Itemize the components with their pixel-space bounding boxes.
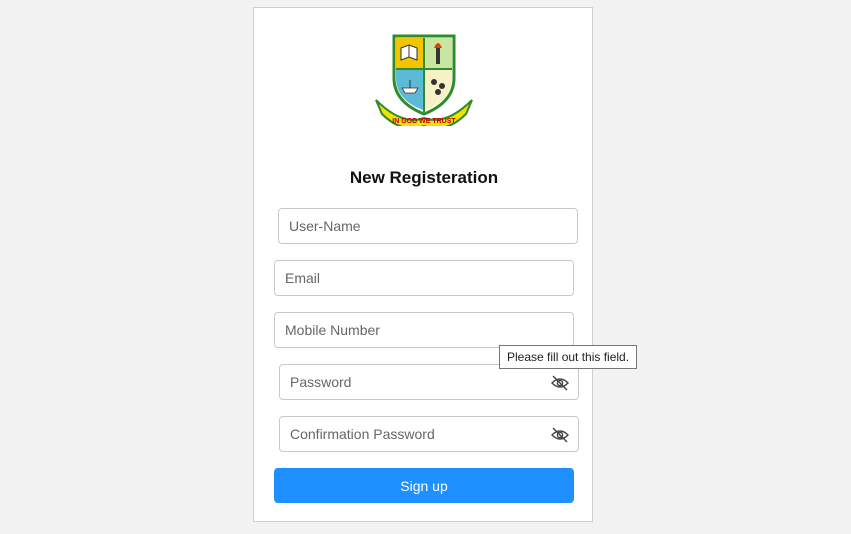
- password-field: [279, 364, 579, 400]
- page-title: New Registeration: [349, 168, 499, 187]
- email-input[interactable]: [275, 261, 573, 295]
- password-input[interactable]: [280, 365, 578, 399]
- crest-motto: IN GOD WE TRUST: [392, 118, 456, 125]
- username-input[interactable]: [279, 209, 577, 243]
- eye-slash-icon[interactable]: [551, 427, 569, 443]
- username-field: [278, 208, 578, 244]
- validation-tooltip: Please fill out this field.: [499, 345, 638, 369]
- confirm-password-input[interactable]: [280, 417, 578, 451]
- school-crest-logo: IN GOD WE TRUST: [375, 34, 473, 126]
- mobile-field: [274, 312, 574, 348]
- confirm-password-field: [279, 416, 579, 452]
- mobile-number-input[interactable]: [275, 313, 573, 347]
- email-field: [274, 260, 574, 296]
- eye-slash-icon[interactable]: [551, 375, 569, 391]
- sign-up-button[interactable]: Sign up: [274, 468, 574, 503]
- registration-card: IN GOD WE TRUST New Registeration Sign u…: [253, 7, 593, 522]
